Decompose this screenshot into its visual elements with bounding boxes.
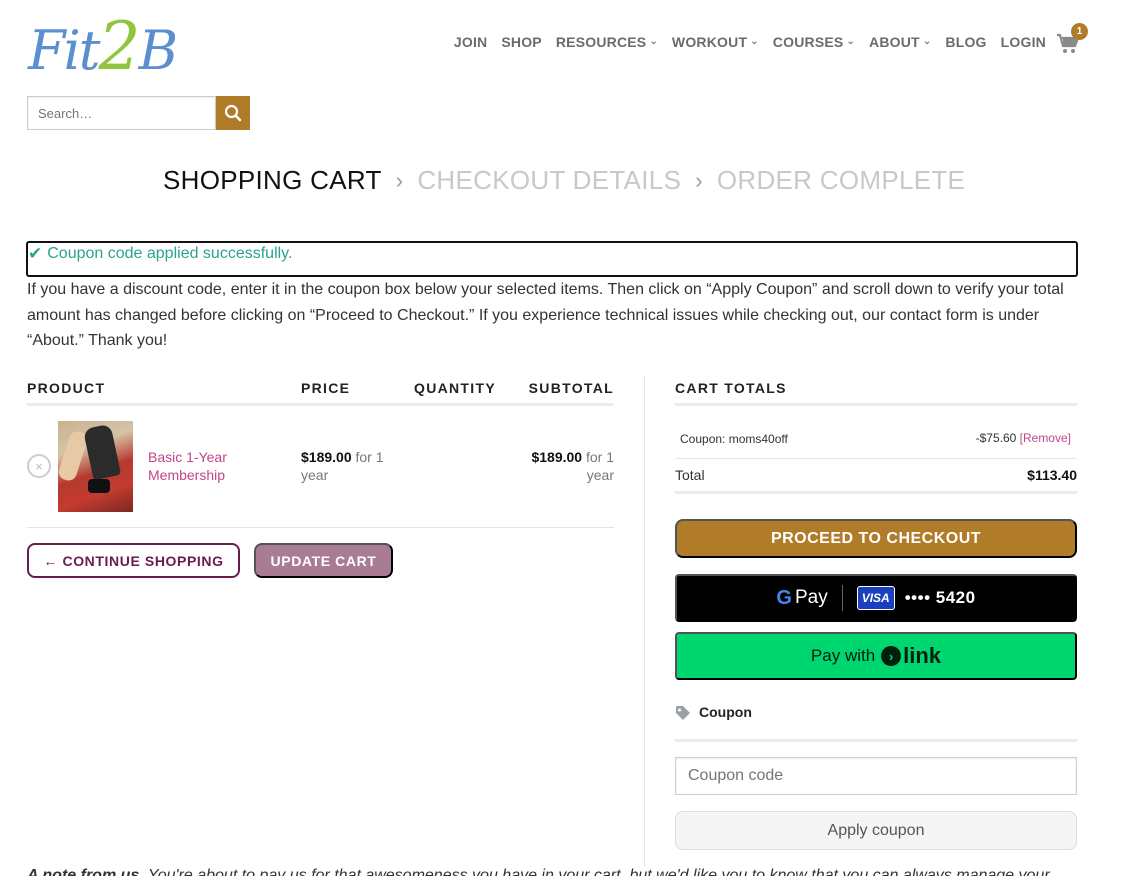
- chevron-down-icon: ⌄: [922, 35, 932, 47]
- chevron-right-icon: ›: [395, 167, 404, 193]
- nav-login[interactable]: LOGIN: [1001, 34, 1046, 50]
- chevron-down-icon: ⌄: [750, 35, 759, 47]
- pay-with-link-button[interactable]: Pay with › link: [675, 632, 1077, 680]
- header-price: PRICE: [301, 380, 351, 396]
- link-logo: › link: [881, 643, 941, 669]
- nav-shop[interactable]: SHOP: [501, 34, 541, 50]
- search-form: [27, 96, 250, 130]
- site-logo[interactable]: Fit2B: [28, 8, 198, 85]
- search-button[interactable]: [216, 96, 250, 130]
- column-divider: [644, 376, 645, 866]
- card-number: •••• 5420: [904, 588, 976, 607]
- header-subtotal: SUBTOTAL: [528, 380, 614, 396]
- main-nav: JOIN SHOP RESOURCES ⌄ WORKOUT ⌄ COURSES ⌄ A…: [440, 34, 1046, 50]
- cart-table-header: PRODUCT PRICE QUANTITY SUBTOTAL: [27, 380, 614, 406]
- intro-text: If you have a discount code, enter it in…: [27, 281, 1064, 349]
- nav-join[interactable]: JOIN: [454, 34, 487, 50]
- total-label: Total: [675, 467, 705, 483]
- item-price: $189.00 for 1 year: [301, 449, 384, 483]
- nav-about[interactable]: ABOUT ⌄: [869, 34, 931, 50]
- coupon-discount-row: Coupon: moms40off -$75.60 [Remove]: [675, 418, 1077, 459]
- item-subtotal: $189.00 for 1 year: [531, 449, 614, 483]
- total-amount: $113.40: [1027, 467, 1077, 483]
- checkout-steps: SHOPPING CART › CHECKOUT DETAILS › ORDER…: [163, 165, 965, 196]
- update-cart-button[interactable]: UPDATE CART: [254, 543, 393, 578]
- step-checkout-details[interactable]: CHECKOUT DETAILS: [417, 165, 681, 196]
- proceed-to-checkout-button[interactable]: PROCEED TO CHECKOUT: [675, 519, 1077, 558]
- logo-part-b: B: [138, 19, 178, 82]
- step-shopping-cart[interactable]: SHOPPING CART: [163, 165, 382, 196]
- product-link[interactable]: Basic 1-Year Membership: [148, 448, 258, 484]
- logo-part-two: 2: [98, 8, 140, 85]
- cart-item-row: × Basic 1-Year Membership $189.00 for 1 …: [27, 406, 614, 528]
- nav-resources[interactable]: RESOURCES ⌄: [556, 34, 658, 50]
- coupon-label: Coupon: moms40off: [680, 432, 788, 446]
- cart-count-badge: 1: [1071, 23, 1088, 40]
- success-notice: ✔ Coupon code applied successfully.: [26, 241, 1078, 277]
- cart-totals-title: CART TOTALS: [675, 380, 1077, 406]
- product-thumbnail[interactable]: [58, 421, 133, 512]
- chevron-down-icon: ⌄: [846, 35, 856, 47]
- search-icon: [224, 104, 242, 122]
- google-g-icon: G: [776, 586, 792, 609]
- nav-blog[interactable]: BLOG: [945, 34, 986, 50]
- coupon-title: Coupon: [699, 704, 752, 720]
- search-input[interactable]: [27, 96, 216, 130]
- gpay-label: Pay: [794, 587, 828, 608]
- checkmark-icon: ✔: [28, 244, 43, 263]
- google-pay-button[interactable]: G Pay VISA •••• 5420: [675, 574, 1077, 622]
- notice-text: Coupon code applied successfully.: [47, 245, 293, 262]
- header-quantity: QUANTITY: [414, 380, 496, 396]
- tag-icon: [676, 706, 690, 720]
- pay-with-label: Pay with: [810, 646, 876, 665]
- coupon-amount: -$75.60 [Remove]: [975, 431, 1071, 445]
- note-text: A note from us. You're about to pay us f…: [27, 867, 1050, 876]
- apply-coupon-button[interactable]: Apply coupon: [675, 811, 1077, 850]
- chevron-right-icon: ›: [695, 167, 703, 193]
- continue-shopping-button[interactable]: ← CONTINUE SHOPPING: [27, 543, 240, 578]
- remove-coupon-link[interactable]: [Remove]: [1020, 431, 1071, 445]
- coupon-section-title: Coupon: [675, 704, 1077, 742]
- chevron-down-icon: ⌄: [649, 35, 658, 47]
- order-total-row: Total $113.40: [675, 459, 1077, 494]
- logo-part-fit: Fit: [28, 19, 100, 82]
- remove-item-button[interactable]: ×: [27, 454, 51, 478]
- step-order-complete: ORDER COMPLETE: [716, 165, 966, 195]
- gpay-separator: [841, 585, 843, 611]
- nav-courses[interactable]: COURSES ⌄: [773, 34, 855, 50]
- link-brand: link: [903, 643, 942, 668]
- nav-workout[interactable]: WORKOUT ⌄: [672, 34, 759, 50]
- visa-card-icon: VISA: [856, 586, 895, 610]
- coupon-code-input[interactable]: [675, 757, 1077, 795]
- link-arrow-icon: ›: [881, 646, 902, 666]
- header-product: PRODUCT: [27, 380, 106, 396]
